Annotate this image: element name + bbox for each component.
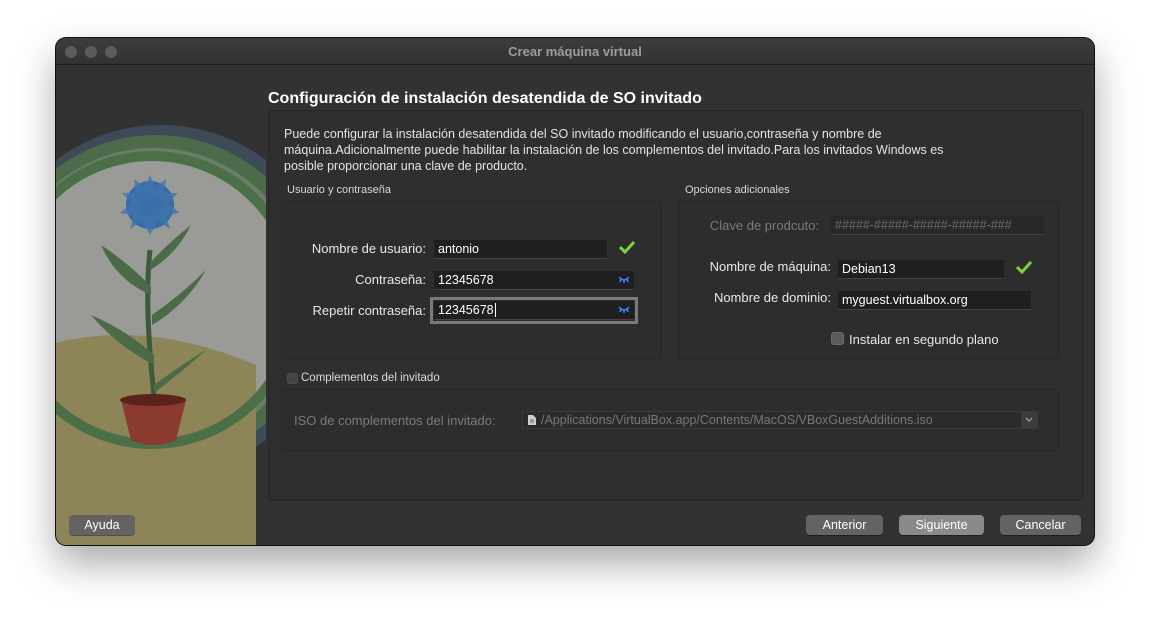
repeat-password-label: Repetir contraseña: <box>312 303 426 318</box>
username-field[interactable]: antonio <box>434 240 607 259</box>
product-key-field[interactable]: #####-#####-#####-#####-### <box>831 216 1044 235</box>
eye-icon[interactable] <box>618 304 630 314</box>
hostname-label: Nombre de máquina: <box>709 259 831 274</box>
next-button[interactable]: Siguiente <box>899 515 984 535</box>
help-button[interactable]: Ayuda <box>69 515 135 535</box>
background-install-label: Instalar en segundo plano <box>849 332 999 347</box>
hostname-field[interactable]: Debian13 <box>838 260 1004 279</box>
domain-value: myguest.virtualbox.org <box>842 293 968 307</box>
iso-path-field[interactable]: /Applications/VirtualBox.app/Contents/Ma… <box>522 411 1038 429</box>
chevron-down-icon <box>1025 417 1033 422</box>
wizard-window: Crear máquina virtual Configuración de i… <box>56 38 1094 545</box>
background-install-checkbox[interactable] <box>831 332 844 345</box>
check-icon <box>619 240 635 254</box>
password-field[interactable]: 12345678 <box>434 271 634 290</box>
repeat-password-field[interactable]: 12345678 <box>430 297 638 324</box>
title-bar: Crear máquina virtual <box>56 38 1094 65</box>
wizard-artwork <box>56 65 266 545</box>
password-label: Contraseña: <box>355 272 426 287</box>
back-button[interactable]: Anterior <box>806 515 883 535</box>
password-value: 12345678 <box>438 273 494 287</box>
domain-field[interactable]: myguest.virtualbox.org <box>838 291 1031 310</box>
iso-path-value: /Applications/VirtualBox.app/Contents/Ma… <box>541 413 933 427</box>
username-label: Nombre de usuario: <box>311 241 426 256</box>
repeat-password-value: 12345678 <box>438 303 494 317</box>
iso-label: ISO de complementos del invitado: <box>294 413 496 428</box>
guest-additions-label: Complementos del invitado <box>301 372 440 384</box>
domain-label: Nombre de dominio: <box>713 290 831 305</box>
page-description: Puede configurar la instalación desatend… <box>284 127 944 173</box>
eye-icon[interactable] <box>618 274 630 284</box>
page-title: Configuración de instalación desatendida… <box>268 90 702 107</box>
guest-additions-checkbox[interactable] <box>287 373 298 384</box>
window-title: Crear máquina virtual <box>508 44 642 59</box>
product-key-value: #####-#####-#####-#####-### <box>835 218 1012 232</box>
hostname-value: Debian13 <box>842 262 896 276</box>
cancel-button[interactable]: Cancelar <box>1000 515 1081 535</box>
user-group-title: Usuario y contraseña <box>287 184 391 196</box>
document-icon <box>528 415 536 425</box>
check-icon <box>1016 260 1032 274</box>
username-value: antonio <box>438 242 480 256</box>
options-group-title: Opciones adicionales <box>685 184 790 196</box>
product-key-label: Clave de prodcuto: <box>709 218 819 233</box>
iso-dropdown-button[interactable] <box>1020 412 1037 428</box>
